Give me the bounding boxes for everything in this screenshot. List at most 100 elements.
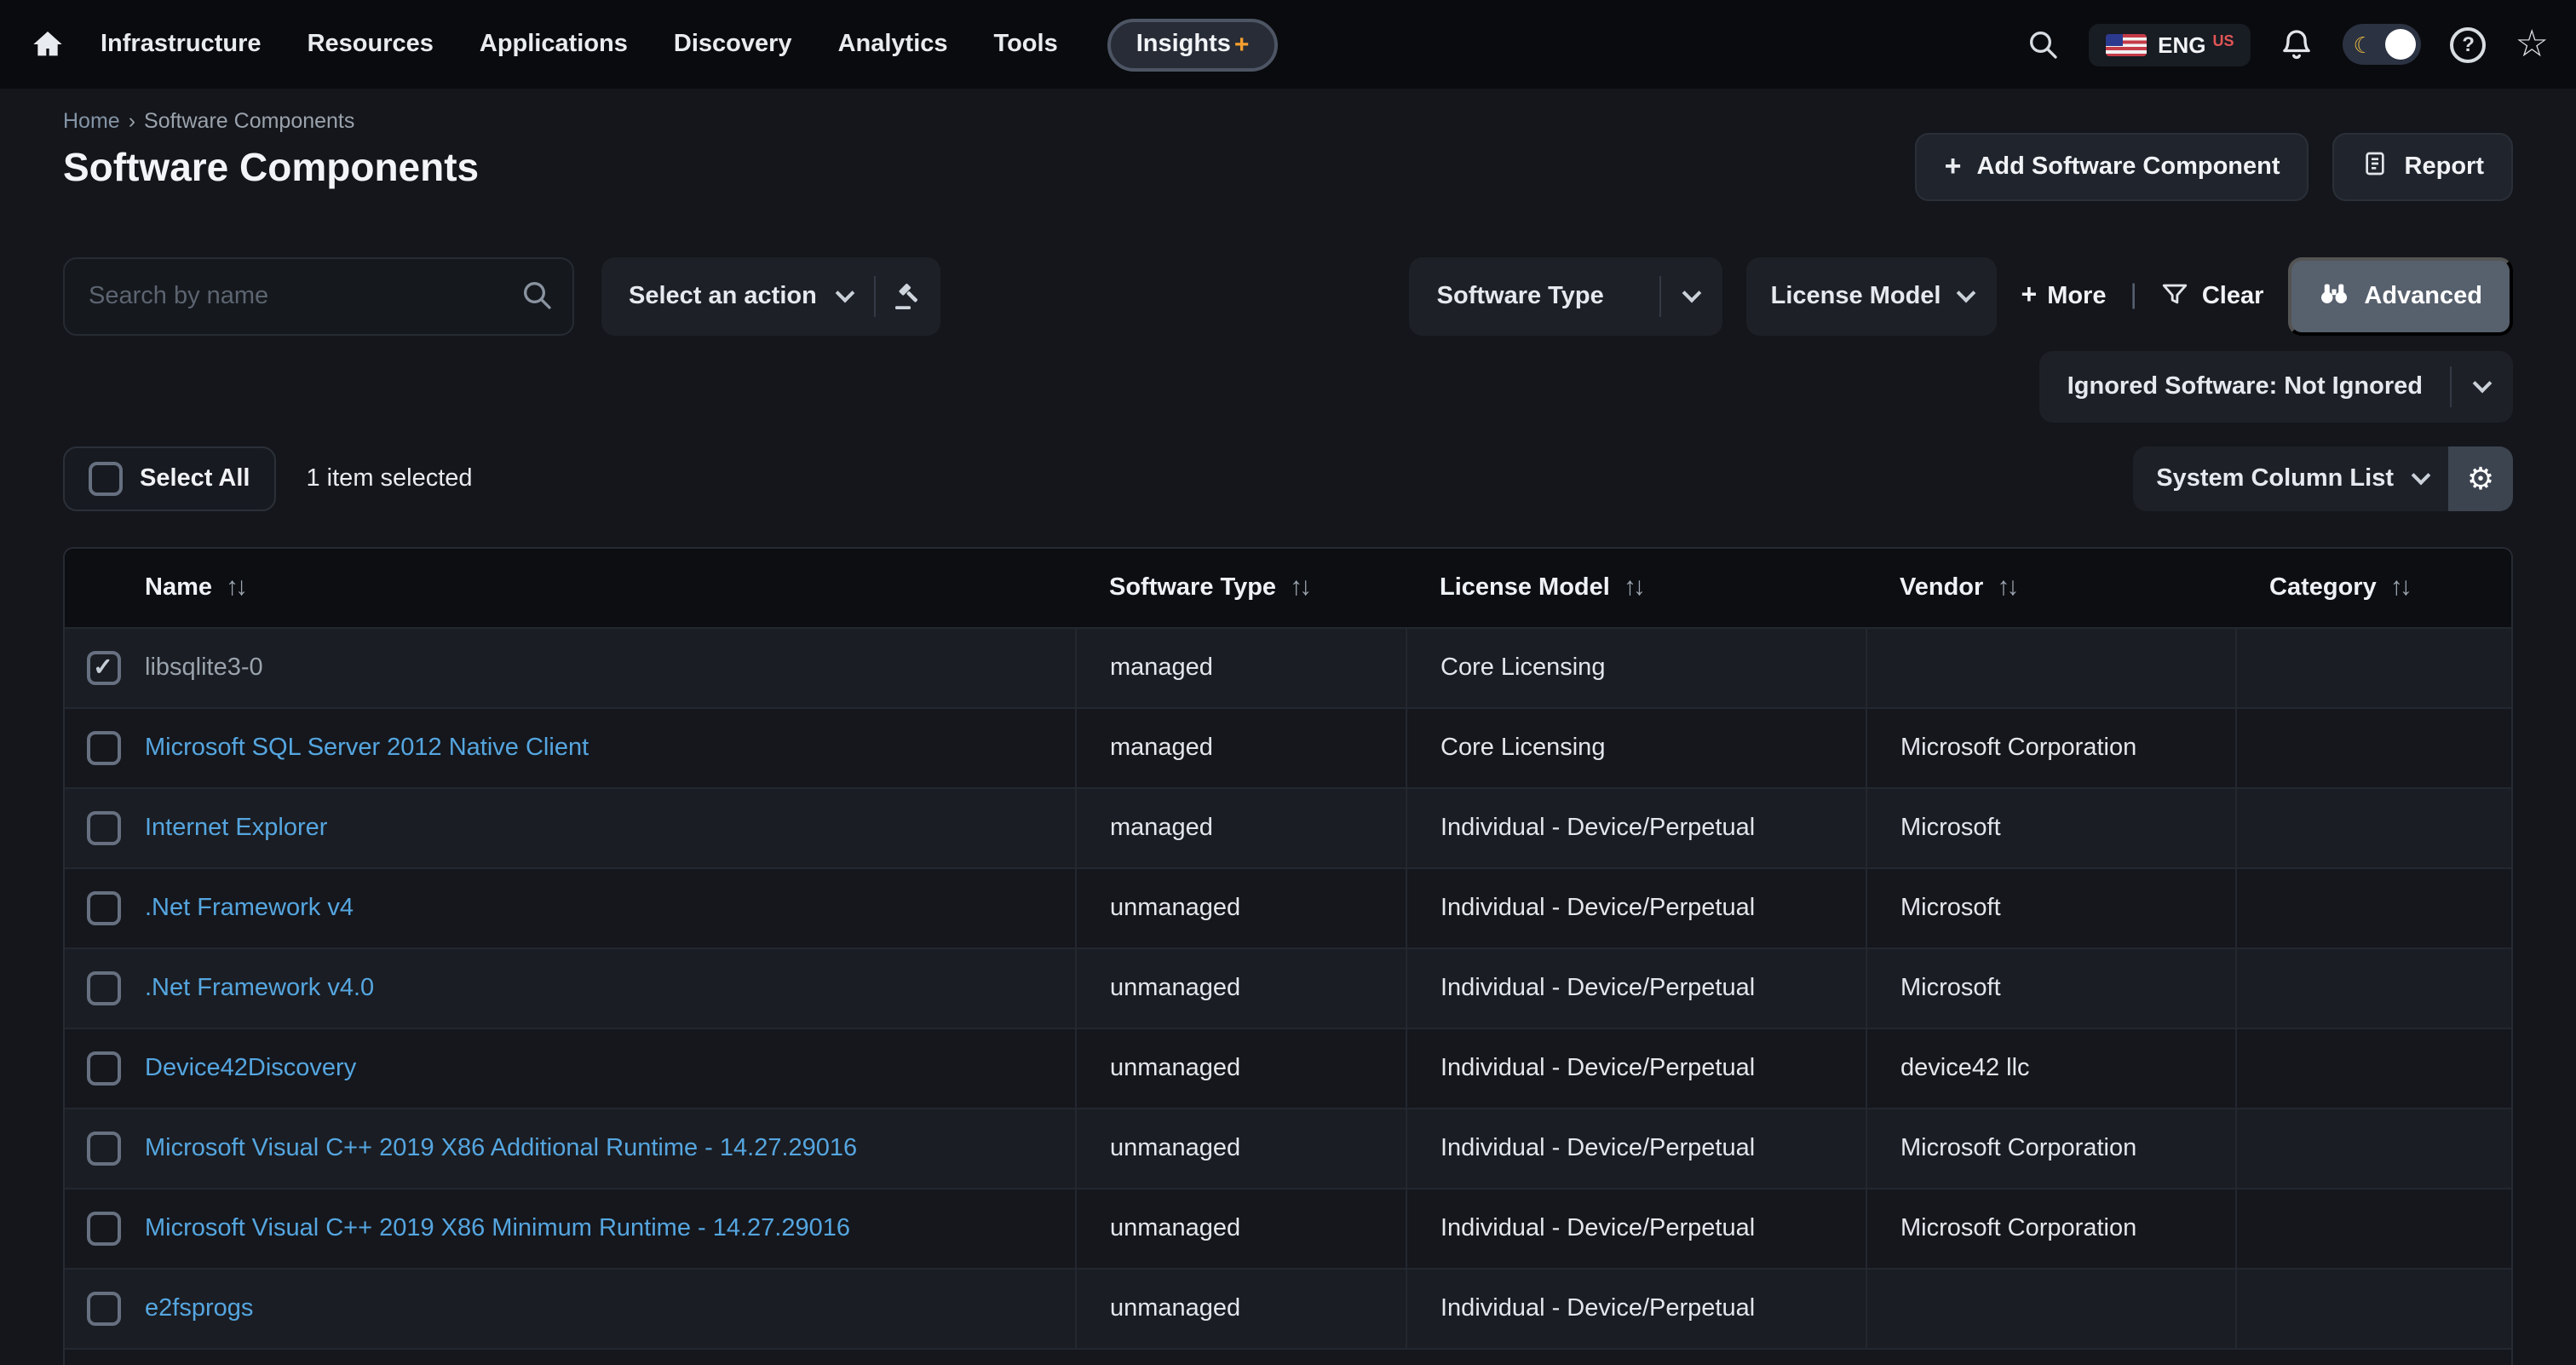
row-checkbox-cell: ✓ — [65, 627, 141, 707]
sort-icon[interactable]: ↑↓ — [1997, 573, 2015, 602]
row-checkbox[interactable] — [86, 1131, 120, 1165]
nav-item-tools[interactable]: Tools — [994, 31, 1058, 58]
column-settings-gear-button[interactable]: ⚙ — [2448, 446, 2513, 511]
sort-icon[interactable]: ↑↓ — [1290, 573, 1308, 602]
advanced-search-button[interactable]: Advanced — [2287, 257, 2513, 336]
search-input-icon[interactable] — [520, 278, 554, 320]
main-content: Home › Software Components Software Comp… — [0, 89, 2576, 1365]
question-glyph: ? — [2462, 32, 2475, 56]
partial-next-row — [65, 1348, 2511, 1365]
license-model-dropdown[interactable]: License Model — [1747, 257, 1998, 336]
column-list-dropdown[interactable]: System Column List — [2132, 446, 2448, 511]
row-name-cell: Microsoft Visual C++ 2019 X86 Additional… — [141, 1108, 1075, 1188]
sort-icon[interactable]: ↑↓ — [2390, 573, 2409, 602]
row-checkbox[interactable] — [86, 1051, 120, 1085]
nav-item-infrastructure[interactable]: Infrastructure — [101, 31, 262, 58]
row-vendor: Microsoft Corporation — [1866, 707, 2235, 787]
row-name-link[interactable]: Microsoft Visual C++ 2019 X86 Additional… — [145, 1134, 857, 1161]
row-checkbox[interactable] — [86, 810, 120, 844]
column-header-category-label: Category — [2269, 575, 2377, 602]
row-license-model: Individual - Device/Perpetual — [1406, 1188, 1866, 1268]
row-name-link[interactable]: Device42Discovery — [145, 1054, 356, 1081]
row-name-link[interactable]: Internet Explorer — [145, 814, 327, 841]
nav-item-applications[interactable]: Applications — [480, 31, 628, 58]
row-checkbox[interactable] — [86, 730, 120, 764]
report-button[interactable]: Report — [2333, 133, 2513, 201]
nav-item-analytics[interactable]: Analytics — [838, 31, 948, 58]
column-header-category[interactable]: Category ↑↓ — [2235, 549, 2513, 627]
row-checkbox[interactable] — [86, 890, 120, 924]
row-name-link[interactable]: Microsoft Visual C++ 2019 X86 Minimum Ru… — [145, 1214, 850, 1241]
more-filters-button[interactable]: + More — [2021, 281, 2107, 312]
breadcrumb-home-link[interactable]: Home — [63, 109, 120, 133]
help-icon[interactable]: ? — [2451, 26, 2487, 62]
theme-toggle[interactable]: ☾ — [2343, 24, 2422, 65]
row-software-type: unmanaged — [1075, 1108, 1406, 1188]
row-category — [2235, 627, 2513, 707]
row-checkbox[interactable] — [86, 1211, 120, 1245]
table-row: .Net Framework v4 unmanaged Individual -… — [65, 867, 2513, 947]
row-vendor — [1866, 1268, 2235, 1348]
row-checkbox[interactable]: ✓ — [86, 650, 120, 684]
search-by-name-box — [63, 257, 574, 336]
top-nav: Infrastructure Resources Applications Di… — [0, 0, 2576, 89]
row-name-link[interactable]: libsqlite3-0 — [145, 654, 263, 681]
column-header-vendor-label: Vendor — [1900, 575, 1983, 602]
row-checkbox[interactable] — [86, 1292, 120, 1326]
toolbar-divider: | — [2130, 281, 2137, 312]
run-action-gavel-icon[interactable] — [877, 257, 941, 336]
row-name-link[interactable]: .Net Framework v4.0 — [145, 974, 374, 1001]
more-label: More — [2047, 283, 2106, 310]
row-checkbox-cell — [65, 707, 141, 787]
ignored-software-dropdown[interactable]: Ignored Software: Not Ignored — [2040, 351, 2513, 423]
column-header-name-label: Name — [145, 575, 212, 602]
sort-icon[interactable]: ↑↓ — [226, 573, 244, 602]
bell-icon[interactable] — [2280, 27, 2314, 61]
select-all-checkbox[interactable] — [89, 462, 123, 496]
row-name-cell: .Net Framework v4.0 — [141, 947, 1075, 1028]
chevron-down-icon — [1957, 284, 1976, 303]
nav-item-resources[interactable]: Resources — [308, 31, 434, 58]
favorites-star-icon[interactable]: ☆ — [2516, 26, 2549, 63]
action-dropdown-label: Select an action — [601, 283, 817, 310]
software-type-dropdown[interactable]: Software Type — [1410, 257, 1723, 336]
row-name-link[interactable]: Microsoft SQL Server 2012 Native Client — [145, 734, 589, 761]
table-header-row: Name ↑↓ Software Type↑↓ License Model↑↓ V… — [65, 549, 2513, 627]
row-name-link[interactable]: .Net Framework v4 — [145, 894, 354, 921]
row-name-link[interactable]: e2fsprogs — [145, 1295, 253, 1322]
row-license-model: Individual - Device/Perpetual — [1406, 867, 1866, 947]
add-software-component-button[interactable]: + Add Software Component — [1916, 133, 2309, 201]
action-dropdown[interactable]: Select an action — [601, 257, 941, 336]
chevron-down-icon — [2452, 351, 2513, 423]
column-header-software-type[interactable]: Software Type↑↓ — [1075, 549, 1406, 627]
row-checkbox-cell — [65, 1108, 141, 1188]
nav-right-cluster: ENG US ☾ ? ☆ — [2025, 23, 2549, 66]
row-license-model: Individual - Device/Perpetual — [1406, 1028, 1866, 1108]
sort-icon[interactable]: ↑↓ — [1624, 573, 1642, 602]
search-icon[interactable] — [2025, 27, 2059, 61]
ignored-software-row: Ignored Software: Not Ignored — [63, 351, 2513, 423]
header-checkbox-column — [65, 549, 141, 627]
chevron-down-icon — [2394, 446, 2448, 511]
clear-filters-button[interactable]: Clear — [2161, 279, 2264, 314]
language-selector[interactable]: ENG US — [2088, 23, 2251, 66]
nav-item-insights[interactable]: Insights + — [1107, 18, 1279, 71]
column-header-name[interactable]: Name ↑↓ — [141, 549, 1075, 627]
ignored-software-dropdown-label: Ignored Software: Not Ignored — [2040, 373, 2450, 400]
table-body: ✓ libsqlite3-0 managed Core Licensing Mi… — [65, 627, 2513, 1348]
row-software-type: unmanaged — [1075, 867, 1406, 947]
row-checkbox[interactable] — [86, 970, 120, 1005]
nav-item-discovery[interactable]: Discovery — [674, 31, 792, 58]
column-header-vendor[interactable]: Vendor ↑↓ — [1866, 549, 2235, 627]
search-input[interactable] — [63, 257, 574, 336]
column-header-license-model[interactable]: License Model↑↓ — [1406, 549, 1866, 627]
header-buttons: + Add Software Component Report — [1916, 133, 2513, 201]
us-flag-icon — [2105, 33, 2146, 55]
row-software-type: unmanaged — [1075, 1028, 1406, 1108]
add-button-label: Add Software Component — [1976, 153, 2280, 181]
select-all-button[interactable]: Select All — [63, 446, 276, 511]
home-icon[interactable] — [31, 27, 65, 61]
filter-toolbar: Select an action Software Type License M… — [63, 257, 2513, 336]
table-row: Microsoft Visual C++ 2019 X86 Minimum Ru… — [65, 1188, 2513, 1268]
row-software-type: managed — [1075, 627, 1406, 707]
